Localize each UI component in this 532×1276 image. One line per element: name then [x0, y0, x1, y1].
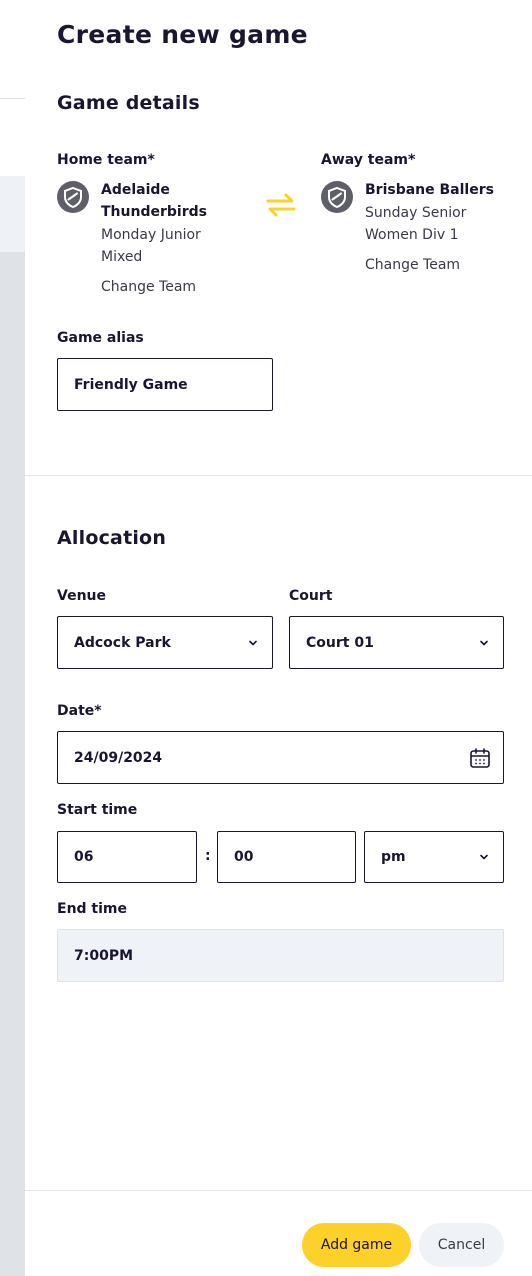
game-details-heading: Game details	[57, 92, 200, 114]
start-minute-input[interactable]: 00	[217, 831, 356, 883]
home-team-label: Home team*	[57, 152, 155, 168]
am-pm-value: pm	[381, 849, 406, 865]
backdrop-row	[0, 99, 25, 176]
end-time-field: 7:00PM	[57, 929, 504, 982]
chevron-down-icon	[480, 640, 488, 645]
section-divider	[25, 475, 532, 476]
add-game-button[interactable]: Add game	[302, 1223, 411, 1267]
time-separator: :	[205, 848, 211, 864]
date-value: 24/09/2024	[74, 749, 163, 766]
game-alias-input[interactable]: Friendly Game	[57, 358, 273, 411]
end-time-value: 7:00PM	[74, 947, 134, 964]
court-label: Court	[289, 588, 333, 604]
cancel-button[interactable]: Cancel	[419, 1223, 504, 1267]
chevron-down-icon	[480, 854, 488, 860]
court-value: Court 01	[306, 634, 374, 651]
footer-divider	[25, 1190, 532, 1191]
am-pm-select[interactable]: pm	[364, 831, 504, 883]
allocation-heading: Allocation	[57, 527, 167, 549]
away-change-team-link[interactable]: Change Team	[365, 257, 460, 273]
venue-select[interactable]: Adcock Park	[57, 616, 273, 669]
start-time-label: Start time	[57, 802, 138, 818]
drawer-title: Create new game	[57, 20, 308, 49]
game-alias-label: Game alias	[57, 330, 144, 346]
away-team-name: Brisbane Ballers	[365, 182, 494, 198]
calendar-icon[interactable]	[469, 747, 491, 769]
backdrop-row-highlight	[0, 176, 25, 252]
game-alias-value: Friendly Game	[74, 376, 188, 393]
away-team-division-line2: Women Div 1	[365, 227, 459, 243]
start-minute-value: 00	[234, 849, 254, 865]
home-change-team-link[interactable]: Change Team	[101, 279, 196, 295]
home-team-division-line1: Monday Junior	[101, 227, 201, 243]
away-team-shield-icon	[321, 181, 353, 213]
venue-label: Venue	[57, 588, 106, 604]
date-label: Date*	[57, 703, 102, 719]
venue-value: Adcock Park	[74, 634, 171, 651]
end-time-label: End time	[57, 901, 127, 917]
home-team-name-line2: Thunderbirds	[101, 204, 207, 220]
create-game-drawer: Create new game Game details Home team* …	[25, 0, 532, 1276]
home-team-shield-icon	[57, 181, 89, 213]
court-select[interactable]: Court 01	[289, 616, 504, 669]
swap-arrows-icon[interactable]	[264, 191, 298, 219]
date-input[interactable]: 24/09/2024	[57, 731, 504, 784]
home-team-name-line1: Adelaide	[101, 182, 170, 198]
home-team-division-line2: Mixed	[101, 249, 143, 265]
away-team-division-line1: Sunday Senior	[365, 205, 467, 221]
start-hour-input[interactable]: 06	[57, 831, 197, 883]
away-team-label: Away team*	[321, 152, 416, 168]
start-hour-value: 06	[74, 849, 94, 865]
chevron-down-icon	[249, 640, 257, 645]
backdrop-header	[0, 0, 25, 98]
